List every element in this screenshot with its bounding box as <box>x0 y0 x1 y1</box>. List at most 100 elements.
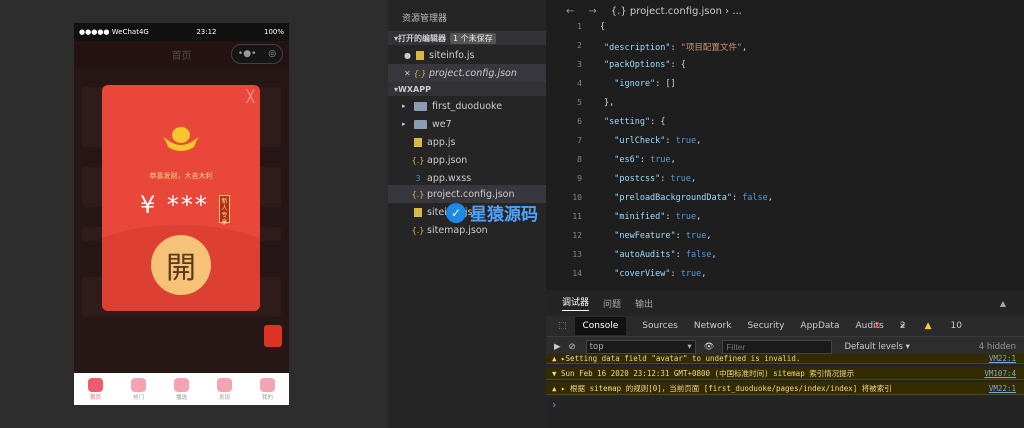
code-line[interactable]: "minified": true, <box>604 212 701 222</box>
tab-debugger[interactable]: 调试器 <box>562 295 590 311</box>
code-line[interactable]: "autoAudits": false, <box>604 250 717 260</box>
code-line[interactable]: "postcss": true, <box>604 174 696 184</box>
issue-counts[interactable]: ⊗ 2 ▲ 10 <box>873 321 978 331</box>
console-log-line[interactable]: ▲ ▸ 根据 sitemap 的规则[0]，当前页面 [first_duoduo… <box>546 382 1024 395</box>
project-header[interactable]: ▾ WXAPP <box>388 82 546 96</box>
watermark: ✓ 星猿源码 <box>446 200 538 225</box>
code-value: true <box>650 155 671 165</box>
code-line[interactable]: "es6": true, <box>604 155 675 165</box>
editor-breadcrumb[interactable]: {.} project.config.json › ... <box>611 6 742 17</box>
open-file-project-config[interactable]: ✕ {.} project.config.json <box>388 64 546 82</box>
clear-console-icon[interactable]: ⊘ <box>569 342 576 352</box>
code-colon: : <box>675 231 686 241</box>
line-number: 3 <box>577 60 582 69</box>
context-select[interactable]: top ▾ <box>585 339 696 354</box>
line-number: 4 <box>577 79 582 88</box>
open-button[interactable]: 開 <box>151 235 211 295</box>
back-arrow-icon[interactable]: ← <box>566 6 574 17</box>
folder-icon <box>414 101 427 111</box>
unsaved-dot-icon[interactable]: ● <box>404 51 416 60</box>
gold-ingot-icon <box>162 127 200 151</box>
console-log-line[interactable]: ▲ ▸Setting data field "avatar" to undefi… <box>546 354 1024 364</box>
js-file-icon <box>414 137 422 147</box>
home-icon <box>88 377 103 392</box>
json-file-icon: {.} <box>413 68 427 78</box>
code-key: "coverView" <box>604 269 671 279</box>
code-colon: : <box>670 43 681 53</box>
line-number: 10 <box>572 193 582 202</box>
unsaved-tag: 1 个未保存 <box>450 32 496 44</box>
code-value: true <box>675 136 697 146</box>
tab-hot[interactable]: 热门 <box>131 377 146 401</box>
code-line[interactable]: }, <box>604 98 614 108</box>
tab-mine[interactable]: 我的 <box>260 377 275 401</box>
tab-discover[interactable]: 发现 <box>217 377 232 401</box>
code-line[interactable]: { <box>600 22 605 32</box>
code-line[interactable]: "packOptions": { <box>604 60 686 70</box>
code-line[interactable]: "coverView": true, <box>604 269 706 279</box>
code-tail: , <box>711 250 717 260</box>
tree-item-file[interactable]: {.} app.json <box>388 151 546 169</box>
code-line[interactable]: "urlCheck": true, <box>604 136 701 146</box>
code-value: true <box>675 212 697 222</box>
tree-item-folder[interactable]: ▸ we7 <box>388 115 546 133</box>
open-file-siteinfo[interactable]: ● siteinfo.js <box>388 46 546 64</box>
tab-sources[interactable]: Sources <box>642 321 678 331</box>
code-key: "es6" <box>604 155 640 165</box>
code-line[interactable]: "setting": { <box>604 117 665 127</box>
line-number: 14 <box>572 269 582 278</box>
tab-appdata[interactable]: AppData <box>800 321 839 331</box>
tab-problems[interactable]: 问题 <box>603 297 621 310</box>
filter-input[interactable] <box>722 339 833 354</box>
code-tail: , <box>706 231 712 241</box>
warning-icon: ▲ <box>924 321 932 331</box>
tree-item-folder[interactable]: ▸ first_duoduoke <box>388 97 546 115</box>
close-icon[interactable]: ╳ <box>247 89 254 103</box>
tab-security[interactable]: Security <box>747 321 784 331</box>
status-time: 23:12 <box>196 28 217 36</box>
code-value: true <box>680 269 702 279</box>
code-line[interactable]: "newFeature": true, <box>604 231 712 241</box>
console-prompt[interactable]: › <box>552 398 556 411</box>
code-line[interactable]: "ignore": [] <box>604 79 675 89</box>
line-number: 2 <box>577 41 582 50</box>
hidden-count: 4 hidden <box>978 341 1016 352</box>
line-number: 6 <box>577 117 582 126</box>
code-text: }, <box>604 98 615 108</box>
open-editors-header[interactable]: ▾ 打开的编辑器 1 个未保存 <box>388 31 546 45</box>
code-line[interactable]: "preloadBackgroundData": false, <box>604 193 773 203</box>
tab-network[interactable]: Network <box>694 321 732 331</box>
json-file-icon: {.} <box>411 225 425 235</box>
status-battery: 100% <box>263 28 284 36</box>
forward-arrow-icon[interactable]: → <box>588 6 596 17</box>
source-link[interactable]: VM22:1 <box>989 384 1016 393</box>
code-value: false <box>742 193 768 203</box>
code-tail: , <box>742 43 748 53</box>
tab-home[interactable]: 首页 <box>88 377 103 401</box>
code-key: "newFeature" <box>604 231 676 241</box>
tab-console[interactable]: Console <box>574 317 627 335</box>
line-number: 12 <box>572 231 582 240</box>
panel-tabs: 调试器 问题 输出 ▲ <box>546 290 1024 316</box>
code-colon: : <box>731 193 743 203</box>
floating-badge[interactable] <box>264 325 282 347</box>
source-link[interactable]: VM22:1 <box>989 354 1016 363</box>
source-link[interactable]: VM107:4 <box>984 369 1016 378</box>
console-log-line[interactable]: ▼ Sun Feb 16 2020 23:12:31 GMT+0800 (中国标… <box>546 367 1024 380</box>
code-line[interactable]: "description": "项目配置文件", <box>604 41 747 53</box>
check-box-icon <box>174 377 189 392</box>
line-number: 9 <box>577 174 582 183</box>
sidebar-toggle-icon[interactable]: ▶ <box>554 342 561 352</box>
code-value: true <box>685 231 707 241</box>
compass-icon <box>217 377 232 392</box>
status-carrier: ●●●●● WeChat4G <box>79 28 149 36</box>
tab-select[interactable]: 播选 <box>174 377 189 401</box>
tree-item-file[interactable]: app.js <box>388 133 546 151</box>
code-colon: : <box>665 212 676 222</box>
inspect-icon[interactable]: ⬚ <box>558 321 567 331</box>
log-levels-select[interactable]: Default levels ▾ <box>844 342 909 352</box>
chevron-up-icon[interactable]: ▲ <box>1000 299 1006 308</box>
eye-icon[interactable]: 👁 <box>704 342 715 352</box>
tab-output[interactable]: 输出 <box>635 297 653 310</box>
code-colon: : <box>675 250 686 260</box>
